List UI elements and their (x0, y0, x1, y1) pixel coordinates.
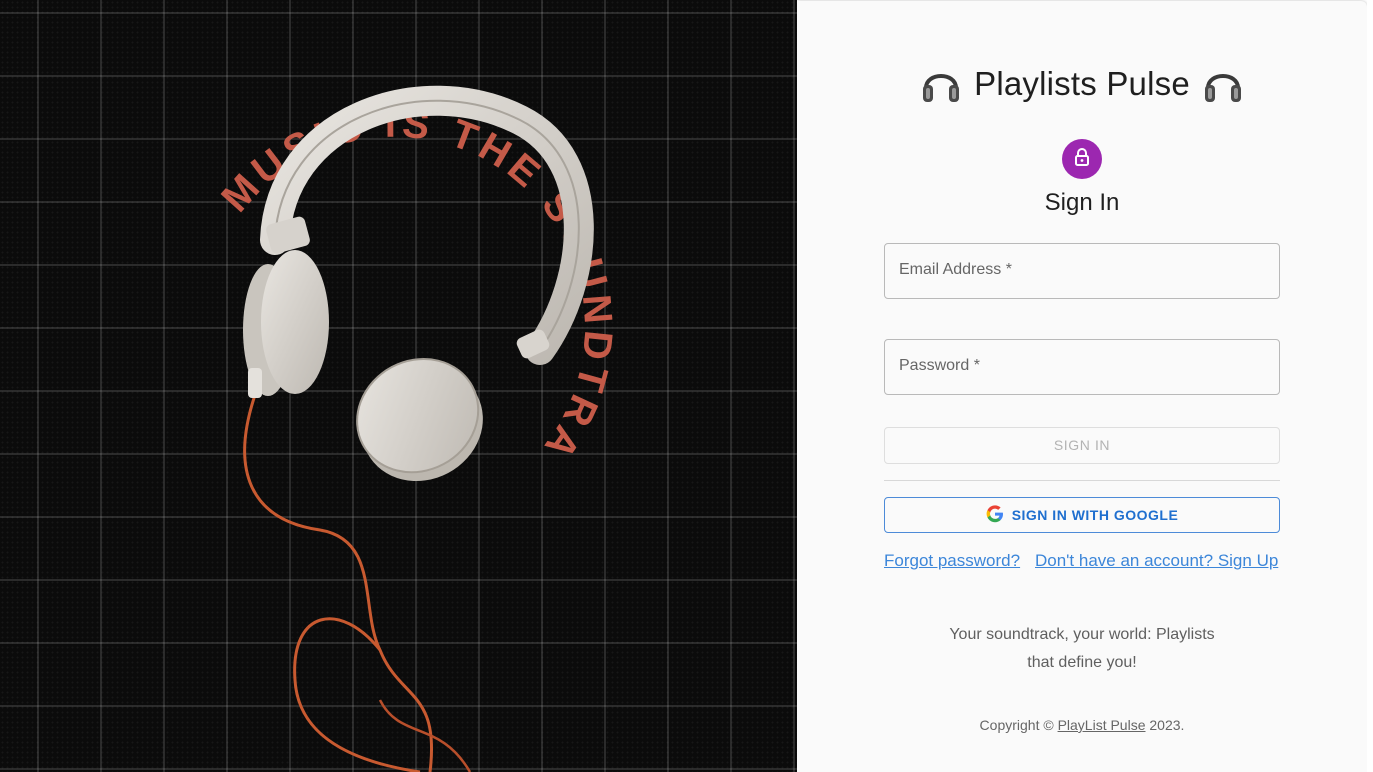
lock-avatar (1062, 139, 1102, 179)
sign-in-button[interactable]: SIGN IN (884, 427, 1280, 464)
password-field[interactable]: Password * (884, 339, 1280, 395)
tagline: Your soundtrack, your world: Playlists t… (797, 621, 1367, 677)
right-earcup (357, 358, 479, 473)
google-g-icon (986, 504, 1004, 526)
hero-image: MUSIC IS THE SOUNDTRACK OF LIFE (0, 0, 797, 772)
headphones-illustration: MUSIC IS THE SOUNDTRACK OF LIFE (0, 0, 620, 772)
password-input[interactable] (885, 340, 1279, 394)
email-field[interactable]: Email Address * (884, 243, 1280, 299)
tagline-line-1: Your soundtrack, your world: Playlists (949, 626, 1215, 643)
tagline-line-2: that define you! (1027, 654, 1137, 671)
divider (884, 480, 1280, 481)
google-button-label: SIGN IN WITH GOOGLE (1011, 507, 1179, 523)
app-title: Playlists Pulse (797, 64, 1367, 104)
lock-icon (1072, 147, 1092, 172)
window-edge (1367, 0, 1373, 772)
forgot-password-link[interactable]: Forgot password? (884, 551, 1020, 571)
sign-up-link[interactable]: Don't have an account? Sign Up (1035, 551, 1278, 571)
copyright-prefix: Copyright © (979, 717, 1054, 733)
sign-in-panel: Playlists Pulse Sign In Email Address * … (797, 1, 1367, 772)
sign-in-heading: Sign In (1044, 189, 1120, 216)
google-sign-in-button[interactable]: SIGN IN WITH GOOGLE (884, 497, 1280, 533)
copyright-year: 2023. (1149, 717, 1185, 733)
headphones-icon (920, 64, 962, 104)
left-earcup (261, 250, 329, 394)
brand-name: Playlists Pulse (974, 65, 1190, 102)
copyright: Copyright © PlayList Pulse 2023. (797, 717, 1367, 733)
email-input[interactable] (885, 244, 1279, 298)
headphones-icon (1202, 64, 1244, 104)
copyright-link[interactable]: PlayList Pulse (1058, 717, 1146, 733)
arc-text: MUSIC IS THE SOUNDTRACK OF LIFE (0, 0, 620, 471)
